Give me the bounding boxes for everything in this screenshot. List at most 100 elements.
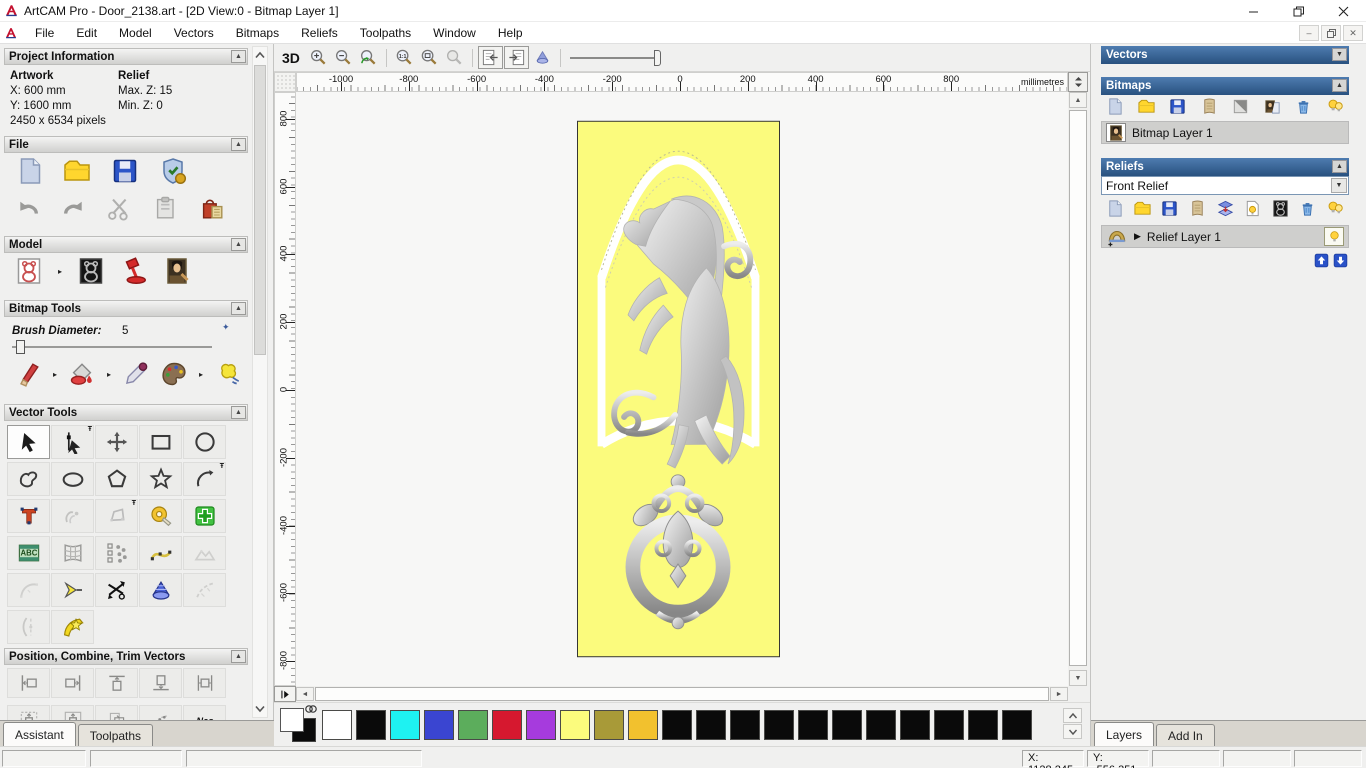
zoom-fit-button[interactable] <box>417 46 442 69</box>
center-page[interactable] <box>7 705 50 720</box>
align-top[interactable] <box>95 668 138 698</box>
colour-picker-icon[interactable] <box>122 360 150 388</box>
measure-tool[interactable] <box>139 499 182 533</box>
colour-swatch-8[interactable] <box>594 709 624 740</box>
primary-colour[interactable] <box>280 707 304 732</box>
primary-secondary-colour-chip[interactable] <box>280 704 322 744</box>
layer-visibility-toggle[interactable] <box>1324 227 1344 246</box>
center-horizontal[interactable] <box>183 668 226 698</box>
scrollbar-thumb[interactable] <box>1069 110 1087 666</box>
brush-diameter-slider[interactable] <box>12 340 218 354</box>
collapse-section-button[interactable]: ▲ <box>231 238 246 251</box>
new-bitmap-layer-icon[interactable] <box>1105 97 1124 116</box>
align-bottom[interactable] <box>139 668 182 698</box>
collapse-section-button[interactable]: ▲ <box>231 302 246 315</box>
nesting[interactable]: Nes <box>183 705 226 720</box>
menu-reliefs[interactable]: Reliefs <box>290 23 349 43</box>
undo-icon[interactable] <box>14 194 42 222</box>
colour-swatch-15[interactable] <box>832 709 862 740</box>
menu-bitmaps[interactable]: Bitmaps <box>225 23 290 43</box>
scrollbar-thumb[interactable] <box>254 65 266 355</box>
arc-edit[interactable] <box>7 573 50 607</box>
delete-relief-layer-icon[interactable] <box>1298 199 1317 218</box>
scroll-up-icon[interactable] <box>253 47 267 63</box>
expander-icon[interactable]: ▶ <box>1134 231 1141 242</box>
envelope-distort[interactable] <box>51 536 94 570</box>
relief-layer-row[interactable]: ▶ Relief Layer 1 <box>1101 225 1349 248</box>
reliefs-section-header[interactable]: Reliefs ▲ <box>1101 158 1349 176</box>
collapse-section-button[interactable]: ▲ <box>231 50 246 63</box>
mdi-minimize-button[interactable]: – <box>1299 25 1319 41</box>
paste-icon[interactable] <box>152 194 180 222</box>
colour-swatch-13[interactable] <box>764 709 794 740</box>
menu-edit[interactable]: Edit <box>65 23 108 43</box>
zoom-cone-button[interactable] <box>530 46 555 69</box>
colour-swatch-1[interactable] <box>356 709 386 740</box>
save-bitmap-layer-icon[interactable] <box>1168 97 1187 116</box>
text-on-curve[interactable]: ABC <box>7 536 50 570</box>
merge-relief-layers-icon[interactable] <box>1188 199 1207 218</box>
collapse-section-button[interactable]: ▲ <box>1332 79 1347 92</box>
star-tool[interactable] <box>139 462 182 496</box>
colour-swatch-12[interactable] <box>730 709 760 740</box>
tab-toolpaths[interactable]: Toolpaths <box>77 724 154 747</box>
vectors-section-header[interactable]: Vectors ▼ <box>1101 46 1349 64</box>
new-model-icon[interactable] <box>14 156 44 186</box>
assistant-scrollbar[interactable] <box>252 46 268 718</box>
free-relief[interactable] <box>183 536 226 570</box>
restore-button[interactable] <box>1276 0 1321 22</box>
menu-file[interactable]: File <box>24 23 65 43</box>
fit-polyline-tool[interactable]: Ŧ <box>95 499 138 533</box>
toggle-all-visibility-icon[interactable] <box>1326 97 1345 116</box>
switch-3d-view-button[interactable]: 3D <box>282 50 300 66</box>
colour-swatch-20[interactable] <box>1002 709 1032 740</box>
relief-from-greyscale-icon[interactable] <box>76 256 106 286</box>
vector-doctor[interactable] <box>183 499 226 533</box>
offset-tool[interactable] <box>51 499 94 533</box>
colour-swatch-0[interactable] <box>322 709 352 740</box>
mdi-close-button[interactable]: ✕ <box>1343 25 1363 41</box>
wrap-vectors[interactable] <box>51 610 94 644</box>
menu-help[interactable]: Help <box>487 23 534 43</box>
minimize-button[interactable] <box>1231 0 1276 22</box>
model-wizard-icon[interactable] <box>158 156 188 186</box>
trim-vectors[interactable] <box>95 573 138 607</box>
palette-icon[interactable] <box>160 360 188 388</box>
colour-swatch-19[interactable] <box>968 709 998 740</box>
zoom-out-button[interactable] <box>331 46 356 69</box>
texture-relief-icon[interactable] <box>162 256 192 286</box>
colour-swatch-16[interactable] <box>866 709 896 740</box>
polygon-tool[interactable] <box>95 462 138 496</box>
menu-model[interactable]: Model <box>108 23 163 43</box>
palette-scroll-down-icon[interactable] <box>1063 724 1082 739</box>
colour-swatch-2[interactable] <box>390 709 420 740</box>
lighting-icon[interactable] <box>119 256 149 286</box>
new-relief-layer-icon[interactable] <box>1105 199 1124 218</box>
relief-from-bitmap-icon[interactable] <box>1271 199 1290 218</box>
select-tool[interactable] <box>7 425 50 459</box>
block-copy[interactable] <box>95 536 138 570</box>
zoom-slider[interactable] <box>569 48 666 68</box>
align-left[interactable] <box>7 668 50 698</box>
paste-along-curve[interactable] <box>139 705 182 720</box>
cut-icon[interactable] <box>106 194 134 222</box>
interactive-distort[interactable] <box>139 573 182 607</box>
colour-swatch-6[interactable] <box>526 709 556 740</box>
fade-layer-icon[interactable] <box>1231 97 1250 116</box>
colour-swatch-3[interactable] <box>424 709 454 740</box>
horizontal-scrollbar[interactable]: ◄ ► <box>296 686 1068 702</box>
ruler-units-dropdown[interactable] <box>1068 72 1088 92</box>
tab-layers[interactable]: Layers <box>1094 722 1155 747</box>
scroll-left-icon[interactable]: ◄ <box>296 687 314 701</box>
scroll-down-icon[interactable] <box>253 701 267 717</box>
zoom-in-button[interactable] <box>306 46 331 69</box>
save-relief-layer-icon[interactable] <box>1160 199 1179 218</box>
text-tool[interactable] <box>7 499 50 533</box>
collapse-section-button[interactable]: ▲ <box>231 650 246 663</box>
greyscale-from-relief-icon[interactable] <box>14 256 44 286</box>
toggle-next-button[interactable] <box>503 46 529 69</box>
flyout-arrow-icon[interactable]: ▸ <box>53 370 57 379</box>
paint-brush-icon[interactable] <box>14 360 42 388</box>
collapse-section-button[interactable]: ▲ <box>1332 160 1347 173</box>
greyscale-preview-icon[interactable] <box>1243 199 1262 218</box>
